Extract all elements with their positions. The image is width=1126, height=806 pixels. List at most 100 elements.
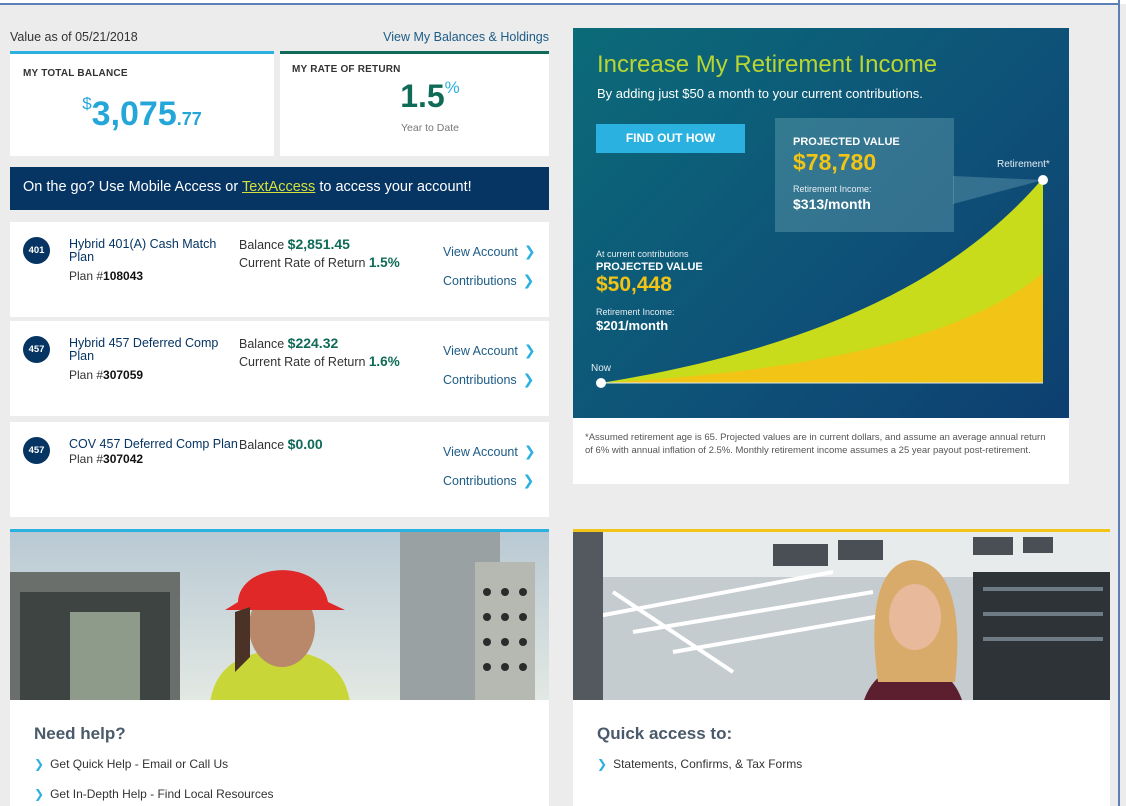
projected-value-label: PROJECTED VALUE — [793, 136, 900, 148]
plan-number: Plan #108043 — [69, 269, 143, 283]
disclaimer-text: *Assumed retirement age is 65. Projected… — [585, 432, 1046, 456]
window-border-right — [1118, 0, 1120, 806]
quick-help-link[interactable]: ❯ Get Quick Help - Email or Call Us — [34, 757, 228, 771]
current-income-label: Retirement Income: — [596, 307, 675, 317]
plan-type-badge: 457 — [23, 336, 50, 363]
projected-value-callout: PROJECTED VALUE $78,780 Retirement Incom… — [775, 118, 954, 232]
contributions-label: Contributions — [443, 274, 517, 288]
chevron-right-icon: ❯ — [597, 757, 608, 771]
chevron-right-icon: ❯ — [523, 443, 536, 459]
view-account-link[interactable]: View Account ❯ — [443, 243, 536, 260]
promo-subtitle: By adding just $50 a month to your curre… — [597, 86, 923, 101]
plan-balance: Balance $224.32 — [239, 336, 338, 352]
textaccess-link[interactable]: TextAccess — [242, 179, 315, 195]
plan-card: 401 Hybrid 401(A) Cash Match Plan Plan #… — [10, 222, 549, 317]
plan-type-badge: 401 — [23, 237, 50, 264]
need-help-title: Need help? — [34, 724, 126, 743]
rate-number: 1.5 — [400, 78, 445, 114]
balance-amount: $224.32 — [287, 335, 339, 351]
projection-disclaimer: *Assumed retirement age is 65. Projected… — [573, 418, 1069, 484]
chevron-right-icon: ❯ — [34, 787, 45, 801]
smiling-woman-image — [573, 532, 1110, 703]
mobile-banner-prefix: On the go? Use Mobile Access or — [23, 179, 242, 195]
current-contributions-caption: At current contributions — [596, 249, 689, 259]
plan-balance: Balance $2,851.45 — [239, 237, 350, 253]
current-income-amount: $201/month — [596, 318, 669, 333]
rate-period: Year to Date — [401, 122, 459, 134]
projected-value-amount: $78,780 — [793, 149, 877, 175]
current-projected-amount: $50,448 — [596, 273, 672, 296]
plan-number: Plan #307042 — [69, 452, 143, 466]
promo-title: Increase My Retirement Income — [597, 51, 938, 78]
total-balance-value: $3,075.77 — [10, 94, 274, 134]
mobile-banner-text: On the go? Use Mobile Access or TextAcce… — [23, 179, 472, 195]
plan-number-prefix: Plan # — [69, 452, 104, 466]
need-help-card: Need help? ❯ Get Quick Help - Email or Ca… — [10, 700, 549, 806]
quick-access-title: Quick access to: — [597, 724, 733, 743]
balance-label: Balance — [239, 337, 288, 351]
in-depth-help-label: Get In-Depth Help - Find Local Resources — [50, 787, 274, 801]
rate-of-return-value: 1.5% — [375, 78, 485, 115]
plan-balance: Balance $0.00 — [239, 437, 323, 453]
rate-of-return-label: MY RATE OF RETURN — [292, 64, 401, 75]
contributions-link[interactable]: Contributions ❯ — [443, 272, 534, 289]
ror-label: Current Rate of Return — [239, 355, 369, 369]
plan-rate-of-return: Current Rate of Return 1.5% — [239, 255, 400, 270]
now-label: Now — [591, 363, 612, 374]
retirement-label: Retirement* — [997, 159, 1050, 170]
statements-link[interactable]: ❯ Statements, Confirms, & Tax Forms — [597, 757, 802, 771]
plan-card: 457 COV 457 Deferred Comp Plan Plan #307… — [10, 422, 549, 517]
quick-help-label: Get Quick Help - Email or Call Us — [50, 757, 229, 771]
current-projected-label: PROJECTED VALUE — [596, 261, 703, 273]
view-account-label: View Account — [443, 445, 518, 459]
balance-label: Balance — [239, 438, 288, 452]
quick-access-card: Quick access to: ❯ Statements, Confirms, … — [573, 700, 1110, 806]
chevron-right-icon: ❯ — [523, 243, 536, 259]
total-balance-label: MY TOTAL BALANCE — [23, 68, 128, 79]
view-account-link[interactable]: View Account ❯ — [443, 342, 536, 359]
chevron-right-icon: ❯ — [522, 272, 535, 288]
mobile-banner-suffix: to access your account! — [315, 179, 472, 195]
view-account-link[interactable]: View Account ❯ — [443, 443, 536, 460]
balance-amount: $0.00 — [287, 436, 323, 452]
plan-card: 457 Hybrid 457 Deferred Comp Plan Plan #… — [10, 321, 549, 416]
contributions-link[interactable]: Contributions ❯ — [443, 472, 534, 489]
retirement-income-label: Retirement Income: — [793, 184, 872, 194]
plan-name: Hybrid 401(A) Cash Match Plan — [69, 237, 217, 264]
total-balance-card: MY TOTAL BALANCE $3,075.77 — [10, 51, 274, 156]
balance-whole: 3,075 — [91, 95, 177, 133]
balance-label: Balance — [239, 238, 288, 252]
value-header: Value as of 05/21/2018 View My Balances … — [10, 30, 549, 48]
ror-value: 1.6% — [368, 354, 400, 369]
balance-cents: .77 — [176, 109, 202, 129]
retirement-income-promo: Increase My Retirement Income By adding … — [573, 28, 1069, 418]
window-border-top — [0, 3, 1119, 5]
statements-label: Statements, Confirms, & Tax Forms — [613, 757, 803, 771]
plan-rate-of-return: Current Rate of Return 1.6% — [239, 354, 400, 369]
hard-hat-worker-image — [10, 532, 549, 703]
plan-number-value: 108043 — [103, 269, 144, 283]
now-point — [596, 378, 606, 388]
contributions-link[interactable]: Contributions ❯ — [443, 371, 534, 388]
contributions-label: Contributions — [443, 474, 517, 488]
view-account-label: View Account — [443, 245, 518, 259]
chevron-right-icon: ❯ — [522, 371, 535, 387]
chevron-right-icon: ❯ — [522, 472, 535, 488]
office-photo — [573, 529, 1110, 703]
currency-symbol: $ — [82, 94, 92, 113]
retirement-point — [1038, 175, 1048, 185]
find-out-how-button[interactable]: FIND OUT HOW — [596, 124, 745, 153]
mobile-access-banner: On the go? Use Mobile Access or TextAcce… — [10, 167, 549, 210]
view-account-label: View Account — [443, 344, 518, 358]
chevron-right-icon: ❯ — [523, 342, 536, 358]
plan-number-value: 307042 — [103, 452, 144, 466]
worker-photo — [10, 529, 549, 703]
plan-number-prefix: Plan # — [69, 269, 104, 283]
plan-number-value: 307059 — [103, 368, 144, 382]
view-balances-link[interactable]: View My Balances & Holdings — [383, 30, 549, 44]
in-depth-help-link[interactable]: ❯ Get In-Depth Help - Find Local Resource… — [34, 787, 274, 801]
retirement-income-amount: $313/month — [793, 196, 871, 212]
plan-number: Plan #307059 — [69, 368, 143, 382]
ror-label: Current Rate of Return — [239, 256, 369, 270]
ror-value: 1.5% — [368, 255, 400, 270]
